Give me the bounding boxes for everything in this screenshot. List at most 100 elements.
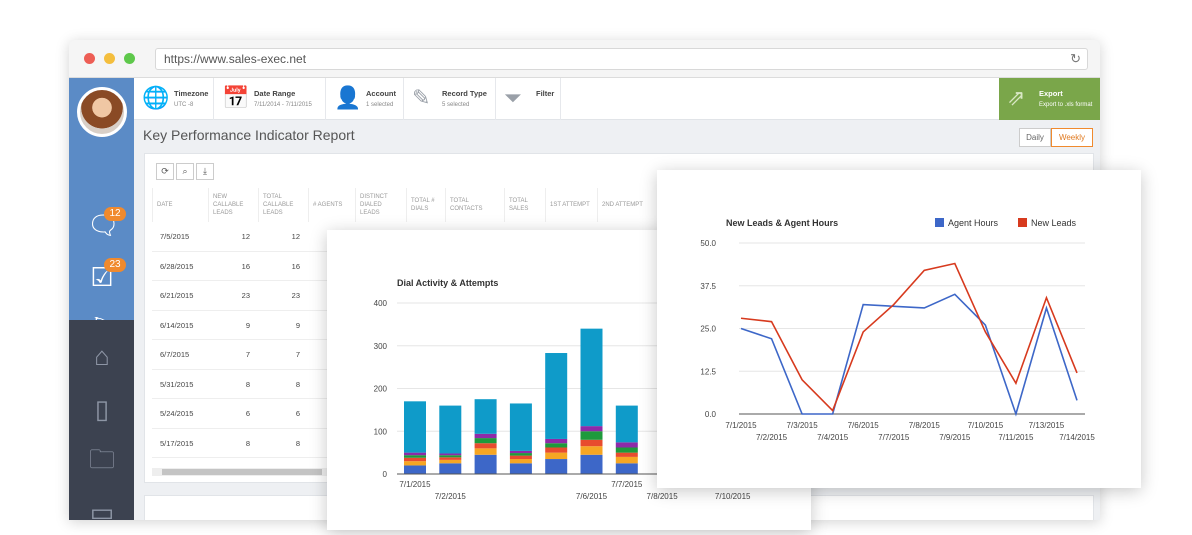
bar-segment: [509, 455, 532, 460]
legend-swatch: [1018, 218, 1027, 227]
column-header[interactable]: TOTAL SALES: [504, 188, 545, 222]
refresh-icon: ⟳: [161, 166, 169, 176]
leads-hours-chart-card: New Leads & Agent Hours 0.0 12.5 25.0 37.5 5…: [657, 170, 1141, 488]
download-icon: ⤓: [203, 166, 207, 176]
horizontal-scrollbar[interactable]: [152, 468, 332, 476]
y-tick-label: 25.0: [700, 325, 716, 334]
maximize-window-button[interactable]: [124, 53, 135, 64]
filter-button[interactable]: ⏷ Filter: [496, 78, 561, 120]
folder-icon[interactable]: 🗀: [87, 445, 117, 473]
bar-segment: [615, 456, 638, 464]
search-icon: ⌕: [182, 166, 188, 176]
export-sub: Export to .xls format: [1039, 102, 1093, 108]
table-cell: 6: [295, 409, 300, 418]
bar-segment: [580, 426, 603, 432]
x-tick-label: 7/7/2015: [611, 480, 643, 489]
y-tick-label: 37.5: [700, 282, 716, 291]
contact-card-icon[interactable]: ▭: [87, 498, 117, 520]
period-daily-button[interactable]: Daily: [1019, 128, 1051, 147]
legend-label: Agent Hours: [948, 218, 999, 228]
minimize-window-button[interactable]: [104, 53, 115, 64]
calendar-icon[interactable]: ▯: [87, 395, 117, 423]
export-button[interactable]: ⇗ Export Export to .xls format: [999, 78, 1100, 120]
bar-segment: [439, 405, 462, 454]
y-tick-label: 0: [383, 470, 388, 479]
x-tick-label: 7/13/2015: [1029, 421, 1065, 430]
x-tick-label: 7/6/2015: [848, 421, 880, 430]
date-range-filter[interactable]: 📅 Date Range 7/11/2014 - 7/11/2015: [214, 78, 326, 120]
sidebar-primary: 🗨 12 ☑ 23 ⚐: [69, 78, 134, 341]
search-button[interactable]: ⌕: [176, 163, 194, 180]
y-tick-label: 12.5: [700, 367, 716, 376]
x-tick-label: 7/7/2015: [878, 433, 910, 442]
bar-segment: [545, 438, 568, 444]
column-header[interactable]: DATE: [152, 188, 208, 222]
x-tick-label: 7/11/2015: [998, 433, 1034, 442]
column-header[interactable]: 1ST ATTEMPT: [545, 188, 597, 222]
table-cell: 9: [295, 320, 300, 330]
tasks-badge: 23: [104, 258, 126, 272]
avatar[interactable]: [77, 87, 127, 137]
filter-label: Filter: [536, 89, 555, 98]
x-tick-label: 7/6/2015: [576, 492, 608, 501]
x-tick-label: 7/2/2015: [756, 433, 788, 442]
table-cell: 23: [291, 291, 300, 300]
date-range-label: Date Range: [254, 89, 296, 98]
table-cell: 12: [291, 232, 300, 241]
bar-segment: [615, 447, 638, 453]
bar-segment: [474, 399, 497, 434]
download-button[interactable]: ⤓: [196, 163, 214, 180]
table-cell: 8: [245, 438, 250, 448]
table-cell: 6/21/2015: [160, 291, 194, 300]
table-cell: 7: [295, 350, 300, 359]
column-header[interactable]: TOTAL CONTACTS: [445, 188, 504, 222]
record-type-filter[interactable]: ✎ Record Type 5 selected: [404, 78, 496, 120]
x-tick-label: 7/2/2015: [435, 492, 467, 501]
bar-segment: [474, 454, 497, 474]
bar-segment: [404, 452, 426, 456]
close-window-button[interactable]: [84, 53, 95, 64]
refresh-button[interactable]: ⟳: [156, 163, 174, 180]
calendar-icon: 📅: [222, 85, 250, 110]
reload-icon[interactable]: ↻: [1070, 49, 1081, 69]
column-header[interactable]: TOTAL CALLABLE LEADS: [258, 188, 308, 222]
table-cell: 12: [241, 232, 250, 241]
bar-segment: [545, 452, 568, 460]
table-cell: 8: [295, 438, 300, 448]
table-cell: 5/17/2015: [160, 438, 194, 448]
column-header[interactable]: DISTINCT DIALED LEADS: [355, 188, 406, 222]
bar-segment: [615, 463, 638, 474]
column-header[interactable]: TOTAL # DIALS: [406, 188, 445, 222]
bar-segment: [439, 455, 462, 458]
bar-segment: [580, 439, 603, 447]
period-weekly-button[interactable]: Weekly: [1051, 128, 1093, 147]
bar-segment: [615, 452, 638, 457]
y-tick-label: 300: [374, 342, 388, 351]
globe-icon: 🌐: [142, 85, 170, 110]
timezone-filter[interactable]: 🌐 Timezone UTC -8: [134, 78, 214, 120]
url-text: https://www.sales-exec.net: [164, 52, 307, 66]
table-cell: 7: [245, 350, 250, 359]
table-cell: 16: [291, 261, 300, 271]
bar-segment: [580, 446, 603, 455]
column-header[interactable]: # AGENTS: [308, 188, 355, 222]
url-bar[interactable]: https://www.sales-exec.net ↻: [155, 48, 1088, 70]
y-tick-label: 200: [374, 385, 388, 394]
chart-title: New Leads & Agent Hours: [726, 218, 839, 228]
column-header[interactable]: 2ND ATTEMPT: [597, 188, 652, 222]
x-tick-label: 7/4/2015: [817, 433, 849, 442]
scrollbar-thumb[interactable]: [162, 469, 322, 475]
y-tick-label: 100: [374, 427, 388, 436]
browser-titlebar: https://www.sales-exec.net ↻: [69, 40, 1100, 78]
bar-segment: [615, 405, 638, 443]
bar-segment: [580, 328, 603, 427]
record-type-value: 5 selected: [442, 102, 470, 108]
column-header[interactable]: NEW CALLABLE LEADS: [208, 188, 258, 222]
date-range-value: 7/11/2014 - 7/11/2015: [254, 102, 312, 108]
record-type-label: Record Type: [442, 89, 487, 98]
account-filter[interactable]: 👤 Account 1 selected: [326, 78, 404, 120]
sidebar-secondary: ⌂ ▯ 🗀 ▭: [69, 320, 134, 520]
x-tick-label: 7/1/2015: [399, 480, 431, 489]
timezone-label: Timezone: [174, 89, 209, 98]
home-icon[interactable]: ⌂: [87, 342, 117, 370]
